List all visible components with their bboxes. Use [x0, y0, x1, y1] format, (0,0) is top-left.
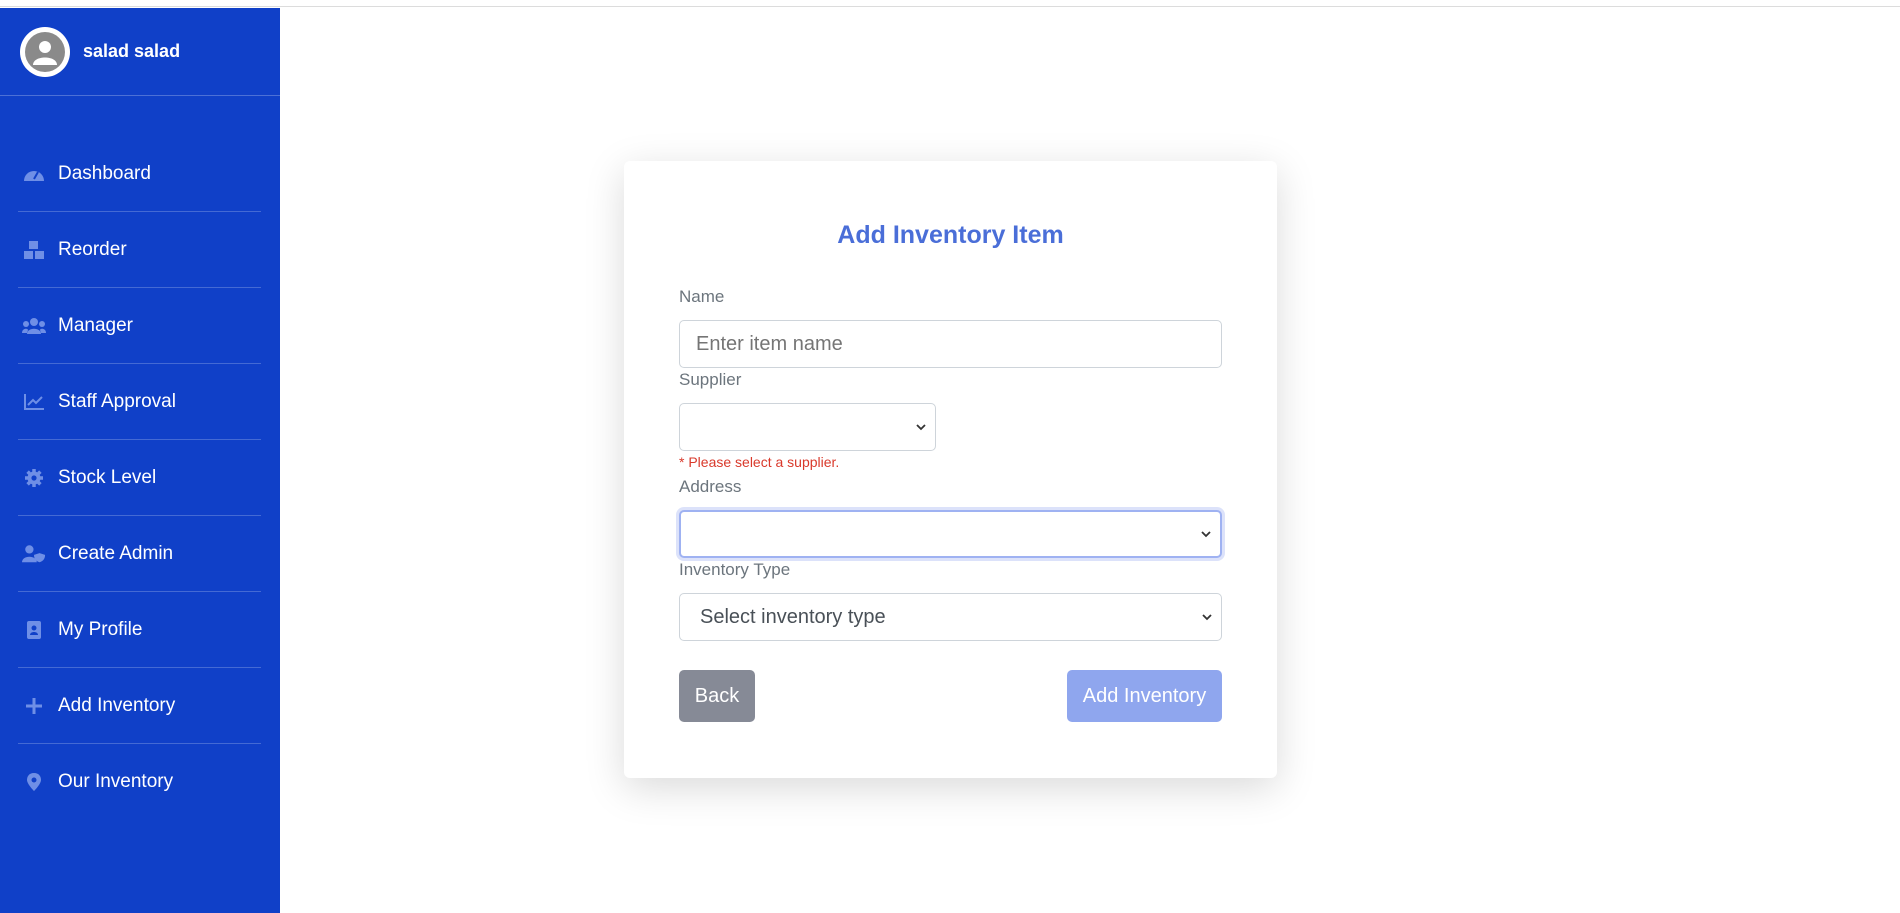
user-avatar-icon — [25, 31, 65, 72]
sidebar-item-our-inventory[interactable]: Our Inventory — [18, 744, 261, 820]
chevron-down-icon — [1202, 614, 1212, 621]
supplier-select[interactable] — [679, 403, 936, 451]
sidebar-item-dashboard[interactable]: Dashboard — [18, 136, 261, 212]
id-badge-icon — [22, 620, 46, 640]
address-label: Address — [679, 477, 742, 496]
sidebar-item-label: Add Inventory — [58, 694, 176, 716]
sidebar-item-stock-level[interactable]: Stock Level — [18, 440, 261, 516]
name-input[interactable] — [679, 320, 1222, 368]
gear-icon — [22, 468, 46, 488]
user-name: salad salad — [83, 41, 181, 61]
sidebar-item-add-inventory[interactable]: Add Inventory — [18, 668, 261, 744]
sidebar-item-label: Create Admin — [58, 542, 174, 564]
sidebar-item-label: Reorder — [58, 238, 127, 260]
chevron-down-icon — [1201, 531, 1211, 538]
back-button[interactable]: Back — [679, 670, 755, 722]
sidebar-item-label: Manager — [58, 314, 133, 336]
chevron-down-icon — [916, 424, 926, 431]
sidebar-item-staff-approval[interactable]: Staff Approval — [18, 364, 261, 440]
sidebar-item-manager[interactable]: Manager — [18, 288, 261, 364]
sidebar-item-my-profile[interactable]: My Profile — [18, 592, 261, 668]
inventory-type-label: Inventory Type — [679, 560, 791, 579]
chart-line-icon — [22, 392, 46, 412]
address-select[interactable] — [679, 510, 1222, 558]
sidebar-item-label: Stock Level — [58, 466, 157, 488]
top-divider — [0, 6, 1900, 7]
add-inventory-button[interactable]: Add Inventory — [1067, 670, 1222, 722]
sidebar-nav: Dashboard Reorder Manager Staff Approval… — [18, 136, 261, 820]
form-title: Add Inventory Item — [837, 221, 1064, 249]
sidebar-item-reorder[interactable]: Reorder — [18, 212, 261, 288]
boxes-icon — [22, 240, 46, 260]
inventory-type-select-value: Select inventory type — [700, 605, 886, 628]
supplier-error: * Please select a supplier. — [679, 454, 840, 470]
supplier-label: Supplier — [679, 370, 742, 389]
sidebar-item-label: Dashboard — [58, 162, 151, 184]
sidebar: salad salad Dashboard Reorder Manager St… — [0, 8, 280, 913]
dashboard-icon — [22, 164, 46, 184]
inventory-type-select[interactable]: Select inventory type — [679, 593, 1222, 641]
users-icon — [22, 316, 46, 336]
sidebar-item-label: Staff Approval — [58, 390, 176, 412]
add-inventory-form: Add Inventory Item Name Supplier * Pleas… — [624, 161, 1277, 778]
map-pin-icon — [22, 772, 46, 792]
sidebar-item-label: My Profile — [58, 618, 143, 640]
sidebar-item-create-admin[interactable]: Create Admin — [18, 516, 261, 592]
plus-icon — [22, 696, 46, 716]
user-header: salad salad — [0, 8, 280, 96]
name-label: Name — [679, 287, 725, 306]
sidebar-item-label: Our Inventory — [58, 771, 174, 792]
avatar[interactable] — [20, 26, 70, 77]
user-shield-icon — [22, 544, 46, 564]
